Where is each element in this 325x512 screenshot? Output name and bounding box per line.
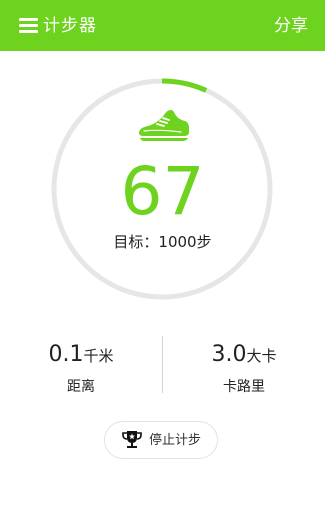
calories-value: 3.0 — [211, 342, 247, 367]
app-title: 计步器 — [43, 16, 97, 36]
distance-stat: 0.1千米 距离 — [0, 338, 162, 397]
calories-stat: 3.0大卡 卡路里 — [163, 338, 325, 397]
distance-label: 距离 — [67, 379, 95, 395]
distance-value-line: 0.1千米 — [0, 338, 162, 372]
calories-unit: 大卡 — [246, 347, 277, 365]
running-shoe-icon — [139, 110, 189, 141]
calories-label: 卡路里 — [223, 379, 265, 395]
share-button[interactable]: 分享 — [274, 14, 308, 38]
distance-value: 0.1 — [48, 342, 84, 367]
calories-value-line: 3.0大卡 — [163, 338, 325, 372]
trophy-icon — [122, 431, 142, 448]
stop-counting-label: 停止计步 — [149, 433, 202, 448]
hamburger-menu-icon[interactable] — [19, 18, 38, 34]
step-goal: 目标：1000步 — [113, 233, 212, 251]
stop-counting-button[interactable]: 停止计步 — [104, 421, 218, 459]
app-bar: 计步器 分享 — [0, 0, 325, 51]
step-count: 67 — [120, 153, 205, 230]
distance-unit: 千米 — [83, 347, 114, 365]
